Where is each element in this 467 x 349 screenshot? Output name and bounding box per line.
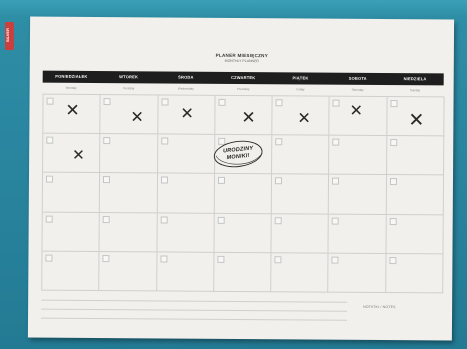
date-box xyxy=(275,99,283,107)
date-box xyxy=(160,176,168,184)
date-box xyxy=(275,138,283,146)
date-box xyxy=(159,255,168,263)
calendar-day-cell xyxy=(100,95,159,135)
cross-mark: ✕ xyxy=(297,108,311,128)
calendar-day-cell xyxy=(386,175,445,216)
calendar-day-cell xyxy=(42,212,101,252)
day-sublabel: Friday xyxy=(296,87,305,92)
monthly-planner-sheet: PLANER MIESIĘCZNY MONTHLY PLANNER PONIED… xyxy=(27,16,455,341)
date-box xyxy=(274,256,282,264)
date-box xyxy=(217,177,225,185)
cross-mark: ✕ xyxy=(241,108,256,129)
calendar-day-cell xyxy=(271,174,330,215)
notes-label: NOTATKI / NOTES xyxy=(363,304,396,310)
calendar-day-cell xyxy=(156,252,215,292)
day-sublabel: Wednesday xyxy=(177,86,194,91)
day-header: ŚRODA xyxy=(178,74,194,80)
date-box xyxy=(45,215,53,223)
date-box xyxy=(217,216,225,224)
cross-mark: ✕ xyxy=(180,103,194,123)
day-sublabel: Monday xyxy=(65,85,77,90)
date-box xyxy=(160,216,168,224)
day-sublabel: Tuesday xyxy=(122,86,135,91)
day-header: NIEDZIELA xyxy=(403,76,427,82)
date-box xyxy=(332,178,340,186)
day-sublabel: Thursday xyxy=(236,86,250,92)
calendar-day-cell xyxy=(386,136,445,176)
date-box xyxy=(332,138,340,146)
date-box xyxy=(160,137,168,145)
day-header: SOBOTA xyxy=(348,75,367,81)
date-box xyxy=(389,217,397,225)
date-box xyxy=(161,98,169,106)
day-sublabel: Saturday xyxy=(351,87,364,92)
weekday-sublabels: Monday Tuesday Wednesday Thursday Friday… xyxy=(43,84,444,95)
date-box xyxy=(218,98,226,106)
date-box xyxy=(390,100,398,108)
side-tab: SILVER xyxy=(5,22,14,50)
calendar-day-cell xyxy=(157,213,215,253)
notes-lines xyxy=(41,299,348,329)
calendar-day-cell xyxy=(329,175,387,215)
cross-mark: ✕ xyxy=(130,107,144,127)
calendar-day-cell xyxy=(214,213,272,254)
date-box xyxy=(103,98,111,106)
date-box xyxy=(331,256,339,264)
calendar-day-cell xyxy=(329,135,388,176)
day-header: WTOREK xyxy=(119,74,139,80)
cross-mark: ✕ xyxy=(65,100,80,121)
calendar-day-cell xyxy=(157,134,216,175)
date-box xyxy=(103,176,111,184)
date-box xyxy=(332,217,340,225)
date-box xyxy=(102,254,110,262)
date-box xyxy=(275,177,283,185)
date-box xyxy=(274,216,282,224)
cross-mark: ✕ xyxy=(408,109,425,132)
calendar-day-cell xyxy=(100,134,158,174)
day-sublabel: Sunday xyxy=(409,88,421,93)
notes-line xyxy=(41,299,348,303)
cross-mark: ✕ xyxy=(349,100,363,120)
calendar-day-cell xyxy=(42,251,100,292)
birthday-note: URODZINY MONIKI! xyxy=(212,139,264,169)
calendar-day-cell xyxy=(100,173,158,214)
date-box xyxy=(389,178,397,186)
calendar-day-cell xyxy=(328,253,387,294)
notes-line xyxy=(41,308,348,312)
calendar-day-cell xyxy=(42,173,101,213)
calendar-day-cell xyxy=(157,173,215,214)
date-box xyxy=(332,99,340,107)
date-box xyxy=(389,139,397,147)
notes-line xyxy=(41,317,348,321)
date-box xyxy=(217,255,225,263)
calendar-day-cell xyxy=(271,253,329,293)
date-box xyxy=(46,136,54,144)
calendar-day-cell xyxy=(385,253,444,294)
calendar-day-cell xyxy=(99,212,158,253)
date-box xyxy=(45,176,54,184)
calendar-day-cell xyxy=(328,214,387,254)
cross-mark: ✕ xyxy=(72,145,85,164)
calendar-day-cell xyxy=(214,252,272,293)
date-box xyxy=(389,256,397,264)
day-header: PONIEDZIAŁEK xyxy=(55,73,88,79)
day-header: CZWARTEK xyxy=(231,74,256,81)
date-box xyxy=(45,254,53,262)
calendar-day-cell xyxy=(271,213,330,254)
top-edge xyxy=(0,0,467,16)
date-box xyxy=(46,97,54,105)
calendar-day-cell xyxy=(99,251,158,292)
day-header: PIĄTEK xyxy=(292,75,309,81)
date-box xyxy=(103,137,111,145)
calendar-day-cell xyxy=(214,174,273,214)
calendar-day-cell xyxy=(386,214,444,255)
date-box xyxy=(102,215,111,223)
calendar-day-cell xyxy=(272,135,330,176)
side-tab-label: SILVER xyxy=(5,28,10,43)
